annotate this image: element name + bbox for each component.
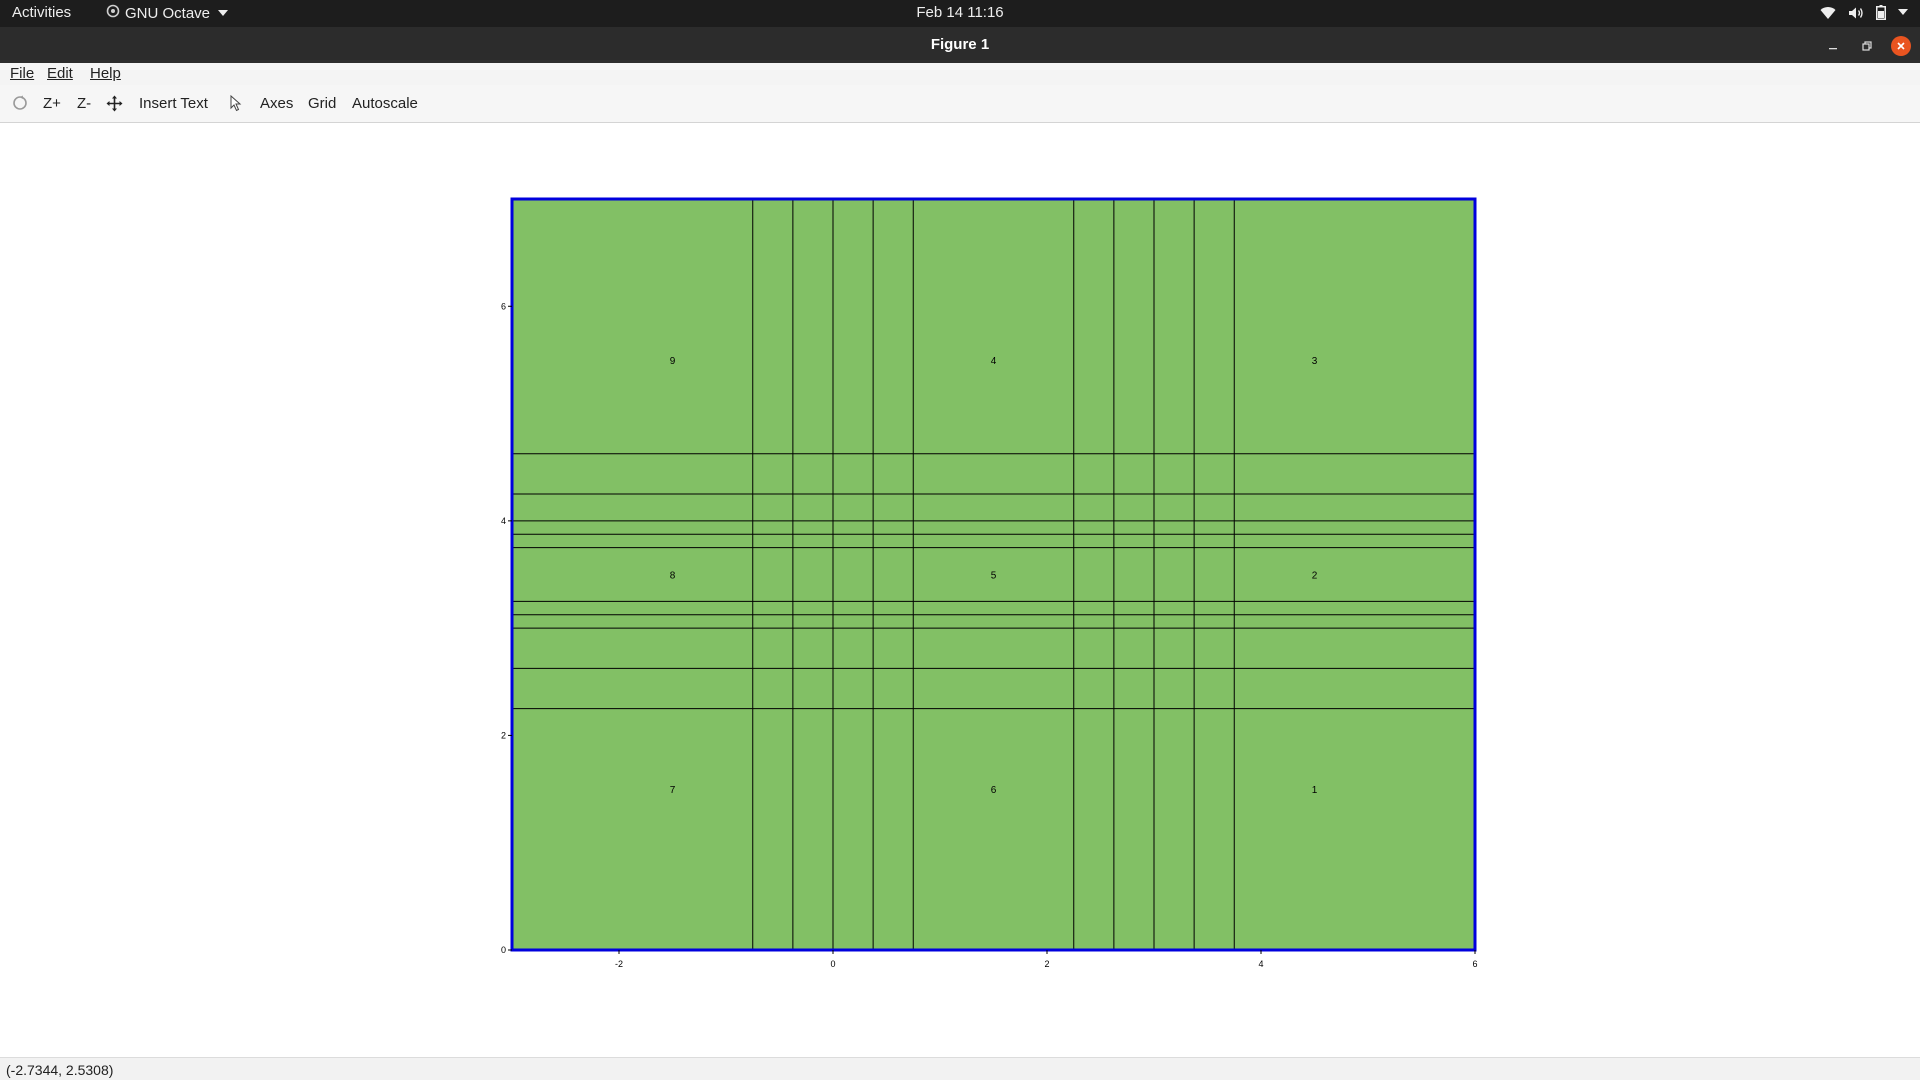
- menu-help[interactable]: Help: [90, 65, 121, 82]
- system-menu-caret-icon[interactable]: [1898, 9, 1908, 16]
- menu-file-label: File: [10, 65, 35, 82]
- y-tick-label: 0: [501, 945, 506, 955]
- grid-button[interactable]: Grid: [308, 95, 336, 112]
- region-label: 5: [991, 571, 997, 582]
- region-label: 9: [670, 356, 676, 367]
- menubar: File Edit Help: [0, 63, 1920, 85]
- y-tick-label: 2: [501, 730, 506, 740]
- octave-app-icon: [106, 4, 120, 22]
- zoom-out-button[interactable]: Z-: [77, 95, 91, 112]
- activities-button[interactable]: Activities: [12, 4, 71, 21]
- close-button[interactable]: [1891, 36, 1911, 56]
- region-label: 6: [991, 785, 997, 796]
- x-tick-label: -2: [615, 959, 623, 969]
- window-title: Figure 1: [930, 36, 990, 53]
- autoscale-button[interactable]: Autoscale: [352, 95, 418, 112]
- cursor-arrow-icon[interactable]: [230, 94, 242, 116]
- region-label: 4: [991, 356, 997, 367]
- menu-help-label: Help: [90, 65, 121, 82]
- region-label: 8: [670, 571, 676, 582]
- wifi-icon[interactable]: [1820, 6, 1836, 20]
- pan-icon[interactable]: [106, 95, 123, 116]
- x-tick-label: 6: [1472, 959, 1477, 969]
- menu-edit-label: Edit: [47, 65, 73, 82]
- clock[interactable]: Feb 14 11:16: [916, 4, 1003, 21]
- status-bar: (-2.7344, 2.5308): [0, 1057, 1920, 1080]
- maximize-button[interactable]: [1857, 36, 1877, 56]
- rotate-icon[interactable]: [12, 95, 28, 115]
- x-tick-label: 0: [830, 959, 835, 969]
- axes-button[interactable]: Axes: [260, 95, 293, 112]
- minimize-button[interactable]: [1823, 36, 1843, 56]
- y-tick-label: 4: [501, 516, 506, 526]
- restore-icon: [1862, 41, 1872, 51]
- zoom-in-button[interactable]: Z+: [43, 95, 61, 112]
- x-tick-label: 2: [1044, 959, 1049, 969]
- region-label: 2: [1312, 571, 1318, 582]
- app-menu-caret-icon: [218, 10, 229, 16]
- system-top-bar: Activities GNU Octave Feb 14 11:16: [0, 0, 1920, 27]
- window-titlebar[interactable]: Figure 1: [0, 27, 1920, 63]
- y-tick-label: 6: [501, 301, 506, 311]
- battery-icon[interactable]: [1876, 5, 1886, 20]
- region-label: 1: [1312, 785, 1318, 796]
- figure-canvas[interactable]: 9 4 3 8 5 2 7 6 1 -2 0 2 4 6 0 2 4 6: [0, 123, 1920, 1057]
- plot-area[interactable]: 9 4 3 8 5 2 7 6 1 -2 0 2 4 6 0 2 4 6: [0, 123, 1920, 1057]
- menu-file[interactable]: File: [10, 65, 34, 82]
- app-menu-label: GNU Octave: [125, 4, 211, 22]
- system-tray[interactable]: [1820, 5, 1908, 20]
- region-label: 7: [670, 785, 676, 796]
- close-icon: [1897, 42, 1905, 50]
- volume-icon[interactable]: [1848, 6, 1864, 20]
- x-tick-label: 4: [1258, 959, 1263, 969]
- cursor-coordinates: (-2.7344, 2.5308): [6, 1062, 114, 1078]
- minimize-icon: [1829, 48, 1837, 50]
- menu-edit[interactable]: Edit: [47, 65, 73, 82]
- insert-text-button[interactable]: Insert Text: [139, 95, 208, 112]
- app-menu-button[interactable]: GNU Octave: [106, 4, 229, 22]
- region-label: 3: [1312, 356, 1318, 367]
- figure-toolbar: Z+ Z- Insert Text Axes Grid Autoscale: [0, 85, 1920, 123]
